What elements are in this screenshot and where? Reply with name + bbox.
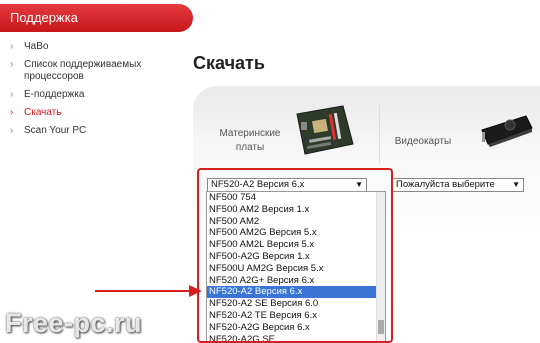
sidebar-item-e-support[interactable]: › E-поддержка (10, 89, 170, 101)
dropdown-option[interactable]: NF500 AM2G Версия 5.x (207, 227, 385, 239)
tab-motherboards[interactable]: Материнские платы (193, 104, 378, 164)
dropdown-option[interactable]: NF520 A2G+ Версия 6.x (207, 275, 385, 287)
sidebar-item-scan-your-pc[interactable]: › Scan Your PC (10, 125, 170, 137)
scrollbar-thumb[interactable] (378, 320, 384, 334)
sidebar-item-label: E-поддержка (24, 89, 85, 100)
chevron-right-icon: › (10, 107, 14, 118)
chevron-right-icon: › (10, 89, 14, 100)
chevron-right-icon: › (10, 41, 14, 52)
select-value: NF520-A2 Версия 6.x (211, 179, 305, 190)
red-arrow-icon (95, 285, 202, 297)
dropdown-option[interactable]: NF500-A2G Версия 1.x (207, 251, 385, 263)
sidebar-header: Поддержка (0, 4, 193, 32)
select-value: Пожалуйста выберите (396, 179, 495, 190)
dropdown-option[interactable]: NF500 AM2 (207, 216, 385, 228)
graphics-card-icon (481, 115, 533, 147)
dropdown-option[interactable]: NF520-A2G SE (207, 334, 385, 342)
dropdown-option[interactable]: NF520-A2 SE Версия 6.0 (207, 298, 385, 310)
sidebar-menu: › ЧаВо › Список поддерживаемых процессоров… (10, 41, 170, 143)
page-title: Скачать (193, 53, 265, 73)
sidebar-item-label: Scan Your PC (24, 125, 87, 136)
product-dropdown-list[interactable]: NF500 754 NF500 AM2 Версия 1.x NF500 AM2… (206, 191, 386, 343)
dropdown-option[interactable]: NF520-A2G Версия 6.x (207, 322, 385, 334)
sidebar-item-label: Скачать (24, 107, 62, 118)
tab-label: Видеокарты (394, 136, 452, 147)
sidebar-item-label: Список поддерживаемых процессоров (24, 59, 142, 82)
sidebar-item-download[interactable]: › Скачать (10, 107, 170, 119)
dropdown-option[interactable]: NF500 AM2L Версия 5.x (207, 239, 385, 251)
dropdown-option[interactable]: NF500 754 (207, 192, 385, 204)
graphics-card-select[interactable]: Пожалуйста выберите ▼ (392, 178, 524, 192)
dropdown-option[interactable]: NF520-A2 TE Версия 6.x (207, 310, 385, 322)
sidebar-item-cpu-support-list[interactable]: › Список поддерживаемых процессоров (10, 59, 170, 83)
tab-graphics-cards[interactable]: Видеокарты (379, 104, 540, 164)
watermark: Free-pc.ru (5, 308, 143, 338)
sidebar-item-label: ЧаВо (24, 41, 49, 52)
dropdown-scrollbar[interactable] (376, 192, 385, 342)
dropdown-option[interactable]: NF500U AM2G Версия 5.x (207, 263, 385, 275)
motherboard-icon (296, 105, 354, 155)
dropdown-option[interactable]: NF500 AM2 Версия 1.x (207, 204, 385, 216)
sidebar-item-faq[interactable]: › ЧаВо (10, 41, 170, 53)
chevron-right-icon: › (10, 125, 14, 136)
dropdown-arrow-icon: ▼ (512, 180, 520, 189)
dropdown-option-selected[interactable]: NF520-A2 Версия 6.x (207, 286, 385, 299)
dropdown-arrow-icon: ▼ (355, 180, 363, 189)
tab-label: Материнские платы (219, 128, 281, 153)
motherboard-product-select[interactable]: NF520-A2 Версия 6.x ▼ (207, 178, 367, 192)
chevron-right-icon: › (10, 59, 14, 70)
